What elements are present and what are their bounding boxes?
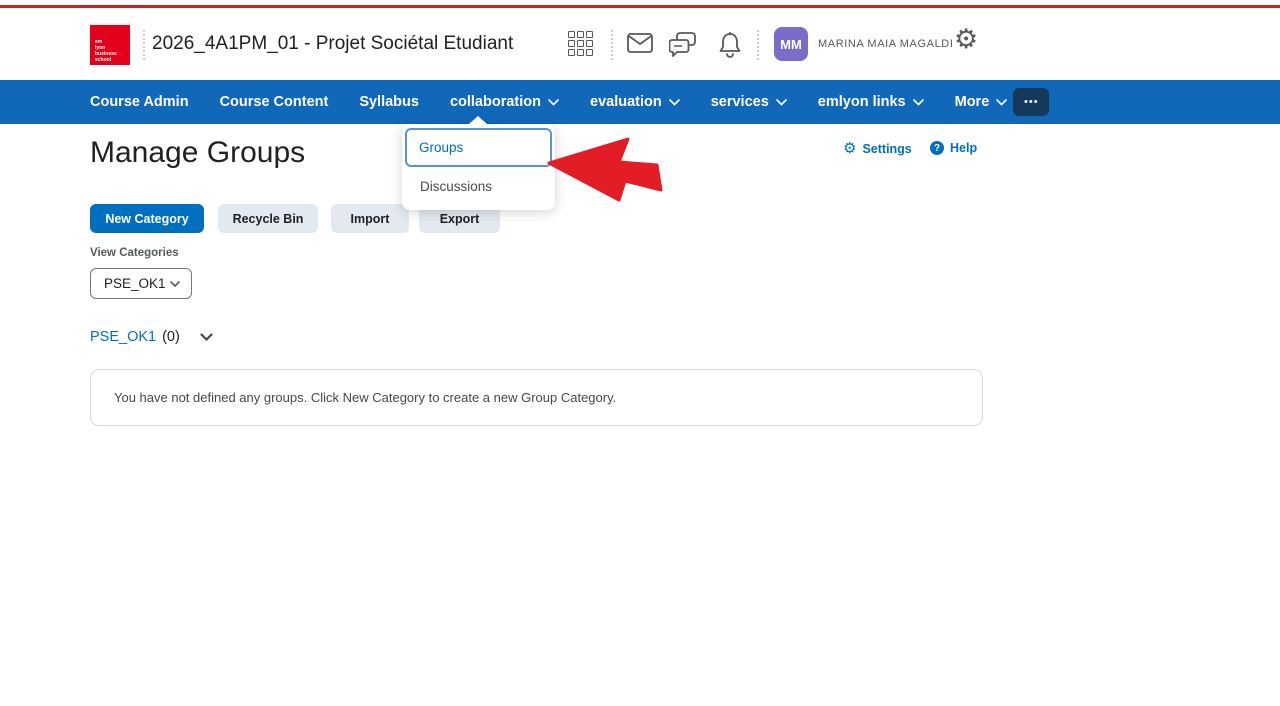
chevron-down-icon	[775, 98, 787, 106]
gear-icon[interactable]: ⚙	[954, 24, 978, 55]
nav-item-collaboration[interactable]: collaboration	[450, 94, 559, 110]
nav-item-course-content[interactable]: Course Content	[220, 94, 329, 110]
category-count: (0)	[162, 329, 180, 345]
bell-icon[interactable]	[718, 32, 742, 59]
nav-label: collaboration	[449, 94, 541, 110]
nav-item-emlyon-links[interactable]: emlyon links	[818, 94, 924, 110]
course-title[interactable]: 2026_4A1PM_01 - Projet Sociétal Etudiant	[152, 8, 513, 80]
annotation-arrow	[547, 137, 663, 202]
menu-item-groups[interactable]: Groups	[405, 128, 552, 167]
nav-item-course-admin[interactable]: Course Admin	[90, 94, 189, 110]
settings-label: Settings	[862, 141, 912, 156]
nav-label: services	[710, 94, 769, 110]
dropdown-caret	[469, 116, 487, 124]
chevron-down-icon	[996, 98, 1008, 106]
category-select[interactable]: PSE_OK1	[90, 268, 192, 299]
mail-icon[interactable]	[627, 32, 653, 54]
chevron-down-icon	[170, 280, 180, 287]
help-button[interactable]: ? Help	[930, 141, 977, 155]
waffle-grid-icon[interactable]	[568, 31, 593, 56]
nav-item-evaluation[interactable]: evaluation	[590, 94, 680, 110]
chat-icon[interactable]	[669, 32, 697, 57]
collaboration-dropdown-menu: Groups Discussions	[402, 116, 555, 210]
course-navbar: Course Admin Course Content Syllabus col…	[0, 80, 1280, 124]
chevron-down-icon	[200, 333, 213, 341]
empty-groups-panel: You have not defined any groups. Click N…	[90, 369, 983, 426]
new-category-button[interactable]: New Category	[90, 204, 204, 233]
nav-item-syllabus[interactable]: Syllabus	[359, 94, 419, 110]
chevron-down-icon	[668, 98, 680, 106]
category-expand-toggle[interactable]	[200, 333, 213, 341]
user-avatar[interactable]: MM	[774, 27, 808, 61]
nav-label: More	[954, 94, 990, 110]
divider	[611, 30, 613, 60]
nav-label: Course Admin	[90, 94, 189, 110]
nav-label: Syllabus	[359, 94, 419, 110]
category-select-value: PSE_OK1	[104, 276, 166, 291]
nav-item-more[interactable]: More	[955, 94, 1008, 110]
category-heading: PSE_OK1 (0)	[90, 329, 213, 345]
nav-label: evaluation	[590, 94, 662, 110]
category-name-link[interactable]: PSE_OK1	[90, 329, 156, 345]
nav-item-services[interactable]: services	[711, 94, 787, 110]
emlyon-logo[interactable]: em lyon business school	[90, 25, 130, 65]
divider	[143, 30, 145, 60]
gear-icon: ⚙	[843, 140, 857, 157]
empty-groups-message: You have not defined any groups. Click N…	[114, 390, 617, 405]
import-button[interactable]: Import	[331, 204, 409, 233]
chevron-down-icon	[548, 98, 559, 106]
settings-button[interactable]: ⚙ Settings	[843, 141, 912, 156]
chevron-down-icon	[912, 98, 924, 106]
page-title: Manage Groups	[90, 136, 306, 169]
nav-label: emlyon links	[817, 94, 906, 110]
recycle-bin-button[interactable]: Recycle Bin	[218, 204, 318, 233]
user-name[interactable]: MARINA MAIA MAGALDI	[818, 8, 953, 80]
app-header: em lyon business school 2026_4A1PM_01 - …	[0, 8, 1280, 80]
navbar-overflow-button[interactable]: •••	[1013, 88, 1050, 116]
nav-label: Course Content	[219, 94, 329, 110]
view-categories-label: View Categories	[90, 247, 179, 259]
divider	[757, 30, 759, 60]
help-icon: ?	[930, 141, 944, 155]
help-label: Help	[950, 141, 978, 155]
menu-item-discussions[interactable]: Discussions	[402, 167, 555, 206]
